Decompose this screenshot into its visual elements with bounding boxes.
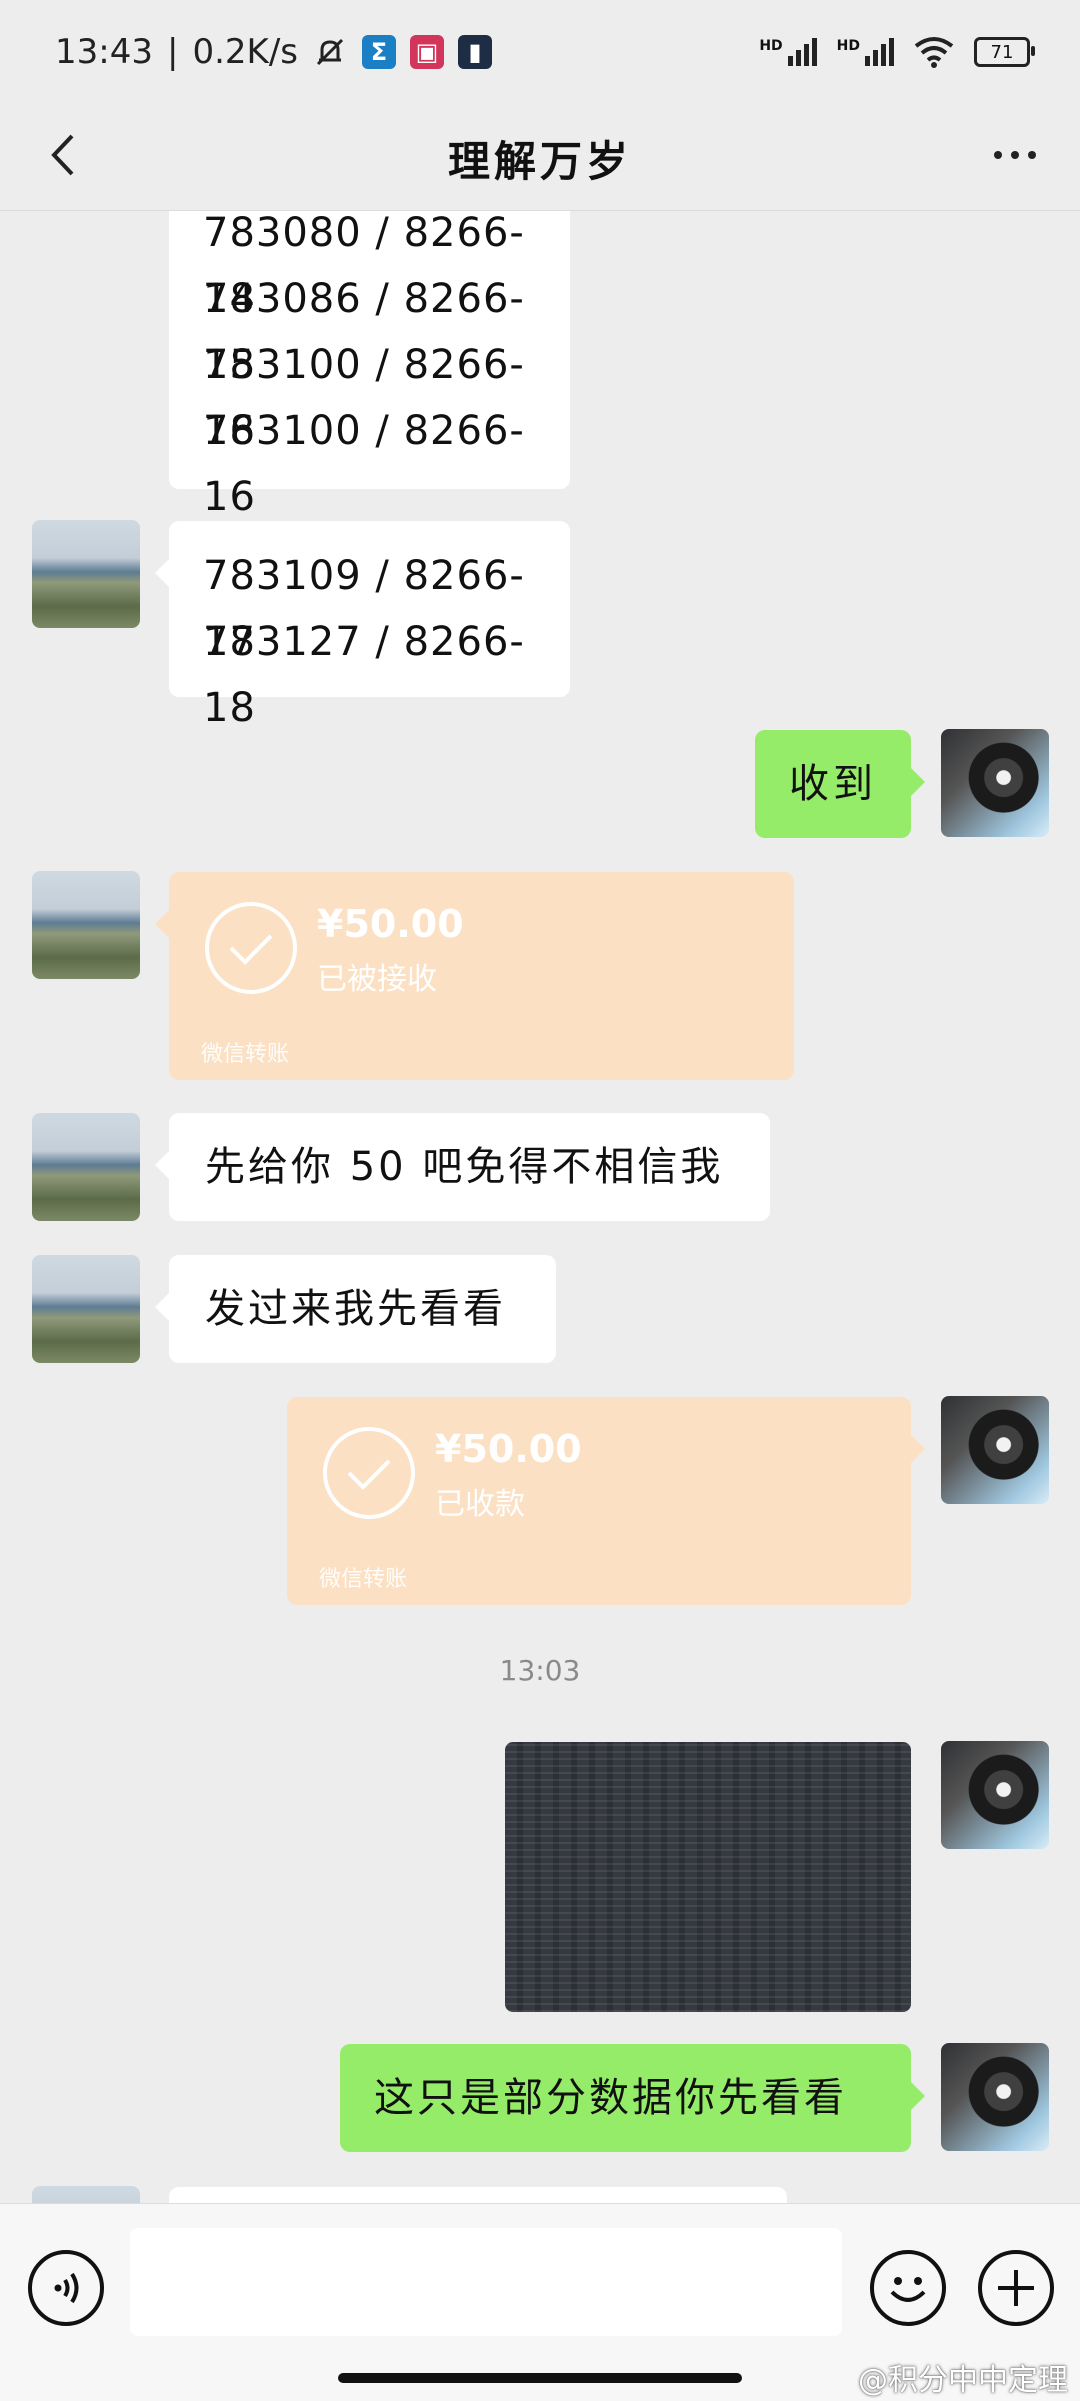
home-indicator[interactable] xyxy=(338,2373,742,2383)
my-avatar[interactable] xyxy=(941,2043,1049,2151)
network-type-1: HD xyxy=(759,38,783,54)
wifi-icon xyxy=(914,37,954,68)
status-speed: 0.2K/s xyxy=(192,32,298,72)
message-bubble[interactable]: 发过来我先看看 xyxy=(155,1255,556,1363)
status-bar: 13:43 | 0.2K/s Σ ▣ ▮ HD HD 71 xyxy=(0,0,1080,100)
signal-icon: HD xyxy=(759,38,817,66)
transfer-status: 已被接收 xyxy=(317,962,437,997)
contact-avatar[interactable] xyxy=(32,871,140,979)
transfer-amount: ¥50.00 xyxy=(435,1427,582,1471)
chat-title: 理解万岁 xyxy=(447,137,632,186)
contact-avatar[interactable] xyxy=(32,1255,140,1363)
more-button[interactable] xyxy=(980,120,1050,190)
transfer-brand: 微信转账 xyxy=(319,1567,408,1592)
message-bubble[interactable]: 783109 / 8266-17 783127 / 8266-18 xyxy=(155,521,570,731)
mute-bell-icon xyxy=(316,38,344,66)
status-separator: | xyxy=(166,32,179,72)
message-line: 783127 / 8266-18 xyxy=(203,619,525,731)
message-line: 783080 / 8266-14 xyxy=(203,211,525,322)
check-circle-icon xyxy=(205,902,297,994)
tv-app-icon: ▣ xyxy=(410,35,444,69)
message-bubble[interactable]: 这只是部分数据你先看看 xyxy=(340,2044,925,2152)
transfer-status: 已收款 xyxy=(435,1487,525,1522)
battery-icon: 71 xyxy=(974,37,1035,67)
more-dots-icon xyxy=(994,151,1002,159)
message-bubble[interactable]: 783080 / 8266-14 783086 / 8266-15 783100… xyxy=(169,211,570,520)
message-text: 发过来我先看看 xyxy=(205,1286,506,1332)
check-circle-icon xyxy=(323,1427,415,1519)
transfer-amount: ¥50.00 xyxy=(317,902,464,946)
message-bubble[interactable]: 收到 xyxy=(755,730,925,838)
plus-button[interactable] xyxy=(978,2250,1054,2326)
message-text: 收到 xyxy=(789,761,877,807)
message-line: 783100 / 8266-16 xyxy=(203,408,525,520)
emoji-icon xyxy=(890,2277,926,2302)
sigma-app-icon: Σ xyxy=(362,35,396,69)
dark-app-icon: ▮ xyxy=(458,35,492,69)
transfer-card[interactable]: ¥50.00 已收款 微信转账 xyxy=(287,1397,925,1605)
battery-level: 71 xyxy=(990,41,1014,63)
message-line: 783086 / 8266-15 xyxy=(203,276,525,388)
message-bubble[interactable]: 先给你 50 吧免得不相信我 xyxy=(155,1113,770,1221)
watermark: @积分中中定理 xyxy=(858,2363,1068,2398)
network-type-2: HD xyxy=(836,38,860,54)
plus-icon xyxy=(998,2270,1034,2306)
emoji-button[interactable] xyxy=(870,2250,946,2326)
status-time: 13:43 xyxy=(55,32,153,72)
status-left: 13:43 | 0.2K/s Σ ▣ ▮ xyxy=(55,30,492,74)
message-list[interactable]: 783080 / 8266-14 783086 / 8266-15 783100… xyxy=(0,211,1080,2203)
contact-avatar[interactable] xyxy=(32,520,140,628)
contact-avatar[interactable] xyxy=(32,2186,140,2203)
image-message[interactable] xyxy=(505,1742,911,2012)
status-right: HD HD 71 xyxy=(759,30,1035,74)
contact-avatar[interactable] xyxy=(32,1113,140,1221)
time-divider: 13:03 xyxy=(499,1654,581,1687)
message-line: 783109 / 8266-17 xyxy=(203,553,525,665)
my-avatar[interactable] xyxy=(941,729,1049,837)
chat-header: 理解万岁 xyxy=(0,100,1080,211)
message-bubble[interactable] xyxy=(169,2187,787,2203)
transfer-card[interactable]: ¥50.00 已被接收 微信转账 xyxy=(155,872,794,1080)
message-text: 先给你 50 吧免得不相信我 xyxy=(205,1144,724,1190)
voice-icon xyxy=(54,2272,79,2304)
message-input[interactable] xyxy=(130,2228,842,2336)
my-avatar[interactable] xyxy=(941,1741,1049,1849)
message-line: 783100 / 8266-16 xyxy=(203,342,525,454)
signal-icon-2: HD xyxy=(837,38,894,66)
my-avatar[interactable] xyxy=(941,1396,1049,1504)
transfer-brand: 微信转账 xyxy=(201,1042,290,1067)
voice-button[interactable] xyxy=(28,2250,104,2326)
message-text: 这只是部分数据你先看看 xyxy=(374,2075,847,2121)
